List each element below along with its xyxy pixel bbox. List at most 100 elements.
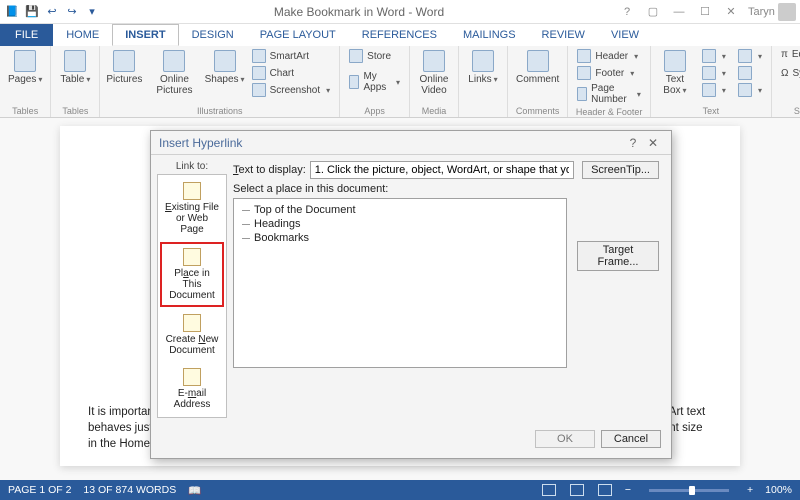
user-name[interactable]: Taryn (748, 6, 766, 18)
smartart-button[interactable]: SmartArt (249, 48, 334, 64)
undo-icon[interactable]: ↩ (44, 4, 60, 20)
dialog-close-icon[interactable]: ✕ (643, 136, 663, 150)
dialog-title: Insert Hyperlink (159, 136, 242, 150)
view-print-icon[interactable] (570, 484, 584, 496)
minimize-icon[interactable]: — (670, 6, 688, 18)
pages-button[interactable]: Pages▾ (6, 48, 44, 87)
window-controls: ? ▢ — ☐ ✕ Taryn (618, 3, 796, 21)
myapps-button[interactable]: My Apps▾ (346, 70, 403, 94)
status-proof-icon[interactable]: 📖 (188, 484, 201, 497)
online-video-icon (423, 50, 445, 72)
screenshot-button[interactable]: Screenshot▾ (249, 82, 334, 98)
footer-icon (577, 66, 591, 80)
place-icon (183, 248, 201, 266)
linkto-email[interactable]: E-mail Address (160, 363, 224, 415)
ribbon-tabs: FILE HOME INSERT DESIGN PAGE LAYOUT REFE… (0, 24, 800, 46)
page-number-icon (577, 87, 587, 101)
tab-review[interactable]: REVIEW (529, 24, 598, 46)
tab-view[interactable]: VIEW (598, 24, 652, 46)
tab-home[interactable]: HOME (53, 24, 112, 46)
equation-icon: π (781, 49, 788, 60)
existing-file-icon (183, 182, 201, 200)
date-time-icon (738, 66, 752, 80)
group-text: Text Box▾ ▾ ▾ ▾ ▾ ▾ Text (651, 46, 772, 117)
screentip-button[interactable]: ScreenTip... (582, 161, 659, 179)
view-web-icon[interactable] (598, 484, 612, 496)
status-page[interactable]: PAGE 1 OF 2 (8, 484, 71, 496)
quick-parts-button[interactable]: ▾ (699, 48, 729, 64)
tab-references[interactable]: REFERENCES (349, 24, 450, 46)
tree-bookmarks[interactable]: Bookmarks (242, 231, 558, 245)
page-number-button[interactable]: Page Number▾ (574, 82, 644, 106)
linkto-existing-file[interactable]: Existing File or Web Page (160, 177, 224, 240)
footer-button[interactable]: Footer▾ (574, 65, 644, 81)
date-time-button[interactable] (735, 65, 765, 81)
table-button[interactable]: Table▾ (57, 48, 93, 87)
place-tree[interactable]: Top of the Document Headings Bookmarks (233, 198, 567, 368)
drop-cap-button[interactable]: ▾ (699, 82, 729, 98)
email-icon (183, 368, 201, 386)
save-icon[interactable]: 💾 (24, 4, 40, 20)
signature-button[interactable]: ▾ (735, 48, 765, 64)
group-tables: Table▾ Tables (51, 46, 100, 117)
tree-headings[interactable]: Headings (242, 217, 558, 231)
chart-button[interactable]: Chart (249, 65, 334, 81)
group-label-tables: Tables (6, 105, 44, 116)
avatar[interactable] (778, 3, 796, 21)
online-video-button[interactable]: Online Video (416, 48, 452, 98)
symbol-button[interactable]: Ω Symbol▾ (778, 67, 800, 80)
equation-button[interactable]: π Equation▾ (778, 48, 800, 61)
shapes-button[interactable]: Shapes▾ (207, 48, 243, 87)
links-button[interactable]: Links▾ (465, 48, 501, 87)
smartart-icon (252, 49, 266, 63)
help-icon[interactable]: ? (618, 6, 636, 18)
online-pictures-button[interactable]: Online Pictures (148, 48, 200, 98)
group-header-footer: Header▾ Footer▾ Page Number▾ Header & Fo… (568, 46, 651, 117)
dialog-help-icon[interactable]: ? (623, 136, 643, 150)
view-read-icon[interactable] (542, 484, 556, 496)
ribbon-options-icon[interactable]: ▢ (644, 5, 662, 18)
header-button[interactable]: Header▾ (574, 48, 644, 64)
drop-cap-icon (702, 83, 716, 97)
title-bar: 📘 💾 ↩ ↪ ▾ Make Bookmark in Word - Word ?… (0, 0, 800, 24)
linkto-place-in-document[interactable]: Place in This Document (160, 242, 224, 307)
status-words[interactable]: 13 OF 874 WORDS (83, 484, 176, 496)
redo-icon[interactable]: ↪ (64, 4, 80, 20)
wordart-button[interactable]: ▾ (699, 65, 729, 81)
zoom-level[interactable]: 100% (765, 484, 792, 496)
tree-top[interactable]: Top of the Document (242, 203, 558, 217)
insert-hyperlink-dialog: Insert Hyperlink ? ✕ Link to: Existing F… (150, 130, 672, 459)
link-to-panel: Existing File or Web Page Place in This … (157, 174, 227, 418)
zoom-out-icon[interactable]: − (625, 484, 631, 496)
target-frame-button[interactable]: Target Frame... (577, 241, 659, 271)
ok-button[interactable]: OK (535, 430, 595, 448)
qat-dropdown-icon[interactable]: ▾ (84, 4, 100, 20)
select-place-label: Select a place in this document: (233, 183, 567, 195)
zoom-in-icon[interactable]: + (747, 484, 753, 496)
dialog-titlebar[interactable]: Insert Hyperlink ? ✕ (151, 131, 671, 155)
tab-mailings[interactable]: MAILINGS (450, 24, 529, 46)
screenshot-icon (252, 83, 266, 97)
object-button[interactable]: ▾ (735, 82, 765, 98)
text-box-button[interactable]: Text Box▾ (657, 48, 693, 98)
text-to-display-input[interactable] (310, 161, 574, 179)
store-button[interactable]: Store (346, 48, 403, 64)
tab-insert[interactable]: INSERT (112, 24, 178, 46)
group-illustrations: Pictures Online Pictures Shapes▾ SmartAr… (100, 46, 340, 117)
online-pictures-icon (163, 50, 185, 72)
zoom-slider[interactable] (649, 489, 729, 492)
comment-button[interactable]: Comment (514, 48, 561, 87)
tab-design[interactable]: DESIGN (179, 24, 247, 46)
window-title: Make Bookmark in Word - Word (100, 5, 618, 19)
pictures-button[interactable]: Pictures (106, 48, 142, 87)
close-icon[interactable]: ✕ (722, 5, 740, 18)
ribbon: Pages▾ Tables Table▾ Tables Pictures Onl… (0, 46, 800, 118)
tab-file[interactable]: FILE (0, 24, 53, 46)
chart-icon (252, 66, 266, 80)
symbol-icon: Ω (781, 68, 788, 79)
linkto-create-new[interactable]: Create New Document (160, 309, 224, 361)
links-icon (472, 50, 494, 72)
maximize-icon[interactable]: ☐ (696, 5, 714, 18)
tab-page-layout[interactable]: PAGE LAYOUT (247, 24, 349, 46)
cancel-button[interactable]: Cancel (601, 430, 661, 448)
